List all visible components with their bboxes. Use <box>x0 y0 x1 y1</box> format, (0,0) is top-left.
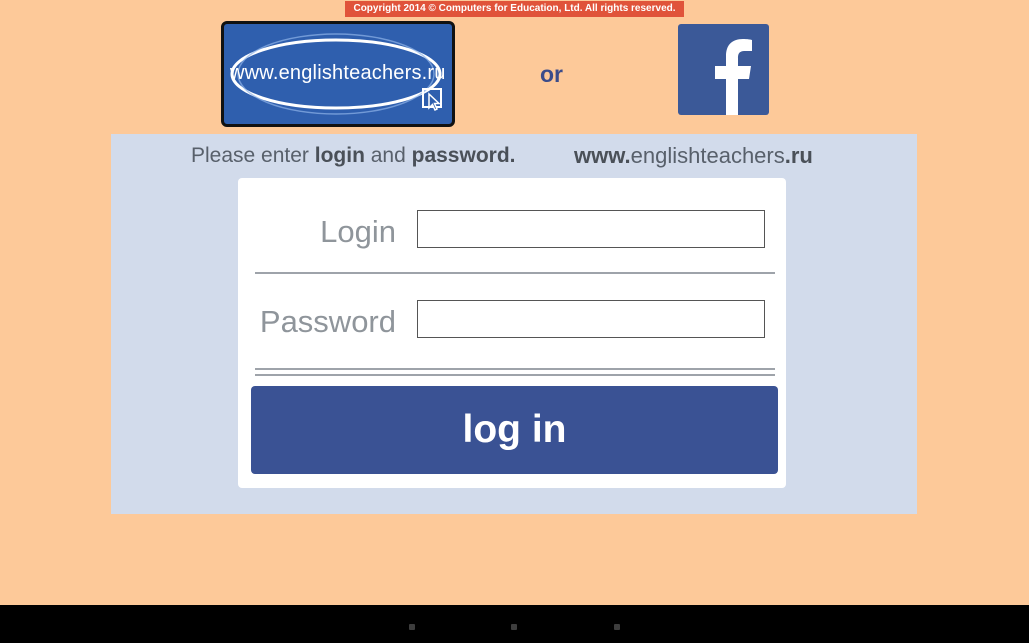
logo-text: www.englishteachers.ru <box>230 62 446 84</box>
password-input[interactable] <box>417 300 765 338</box>
android-nav-bar <box>0 605 1029 643</box>
password-label: Password <box>259 304 396 339</box>
login-label: Login <box>320 214 396 249</box>
login-button[interactable]: log in <box>251 386 778 474</box>
site-url-prefix: www. <box>574 143 631 168</box>
prompt-text: Please enter <box>191 144 315 167</box>
facebook-login-button[interactable] <box>678 24 769 115</box>
login-panel: Please enter login and password. www.eng… <box>111 134 917 514</box>
site-url: www.englishteachers.ru <box>574 143 813 169</box>
facebook-icon <box>715 39 752 115</box>
englishteachers-logo[interactable]: www.englishteachers.ru <box>221 21 455 127</box>
or-separator: or <box>540 61 563 87</box>
prompt-text: and <box>364 144 412 167</box>
site-url-suffix: .ru <box>784 143 813 168</box>
back-icon[interactable] <box>409 624 415 630</box>
site-url-middle: englishteachers <box>630 143 785 168</box>
home-icon[interactable] <box>511 624 517 630</box>
login-instructions: Please enter login and password. <box>191 144 516 168</box>
divider <box>255 272 775 274</box>
divider <box>255 368 775 370</box>
copyright-banner: Copyright 2014 © Computers for Education… <box>345 1 684 17</box>
login-form: Login Password log in <box>238 178 786 488</box>
cursor-icon <box>422 88 442 112</box>
prompt-password-word: password <box>411 144 510 167</box>
login-input[interactable] <box>417 210 765 248</box>
prompt-period: . <box>509 144 516 167</box>
prompt-login-word: login <box>314 144 365 167</box>
recent-apps-icon[interactable] <box>614 624 620 630</box>
divider <box>255 374 775 376</box>
